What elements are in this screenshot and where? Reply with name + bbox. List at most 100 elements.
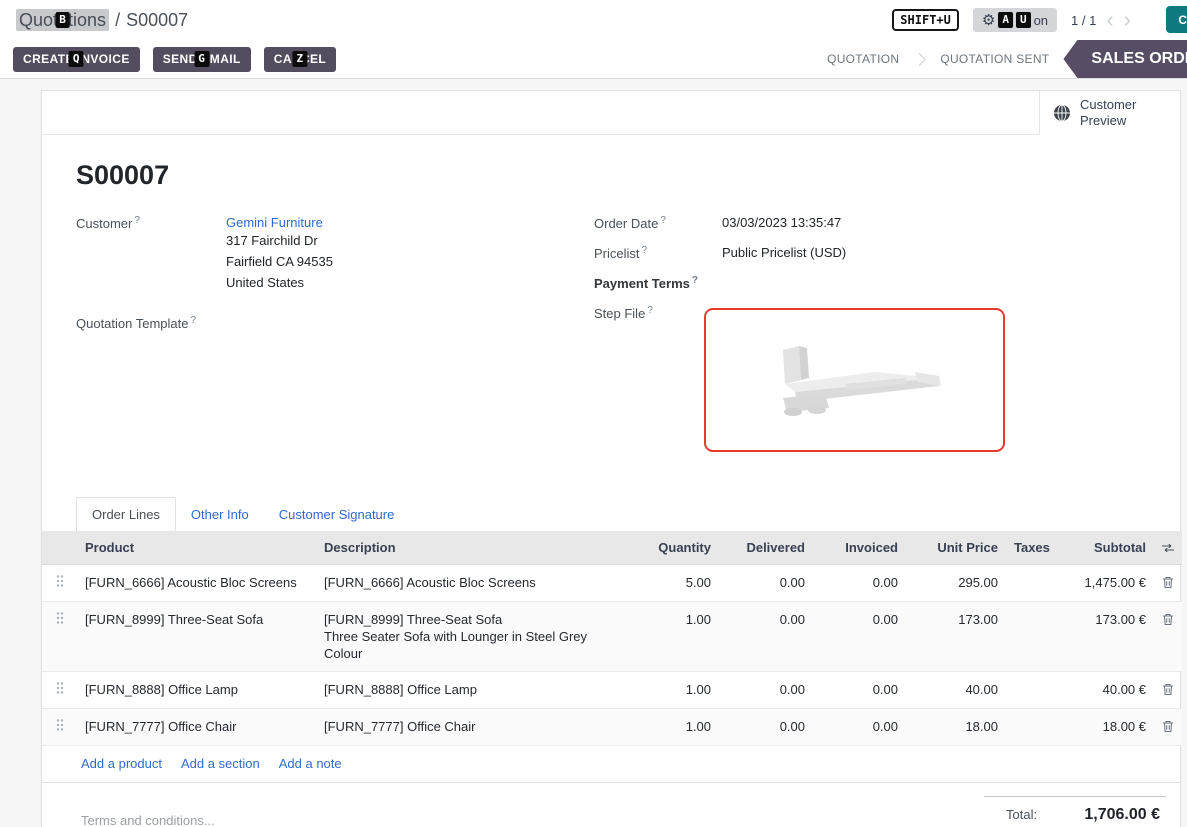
customer-value: Gemini Furniture 317 Fairchild Dr Fairfi… bbox=[226, 215, 333, 293]
customer-label: Customer? bbox=[76, 215, 226, 293]
corner-button[interactable]: Ci bbox=[1166, 6, 1187, 33]
row-drag-cell[interactable] bbox=[42, 672, 77, 709]
sheet-footer: Terms and conditions... Total: 1,706.00 … bbox=[42, 783, 1180, 827]
add-a-note-link[interactable]: Add a note bbox=[279, 756, 342, 771]
cell-subtotal: 40.00 € bbox=[1049, 672, 1154, 709]
cell-unit-price[interactable]: 40.00 bbox=[906, 672, 1006, 709]
cell-delivered[interactable]: 0.00 bbox=[719, 602, 813, 672]
column-header-quantity[interactable]: Quantity bbox=[623, 531, 719, 565]
row-drag-cell[interactable] bbox=[42, 565, 77, 602]
stage-sales-order[interactable]: SALES ORDER bbox=[1063, 40, 1187, 78]
order-date-label-text: Order Date bbox=[594, 216, 658, 231]
stage-quotation[interactable]: QUOTATION bbox=[813, 40, 913, 78]
pager-next-icon[interactable]: › bbox=[1124, 10, 1131, 30]
cell-subtotal: 18.00 € bbox=[1049, 709, 1154, 746]
hotkey-overlay-send-email: G bbox=[194, 51, 209, 67]
customer-link[interactable]: Gemini Furniture bbox=[226, 215, 323, 230]
order-lines-table: Product Description Quantity Delivered I… bbox=[42, 531, 1182, 745]
column-header-taxes[interactable]: Taxes bbox=[1006, 531, 1049, 565]
drag-handle-icon[interactable] bbox=[56, 611, 64, 625]
cell-quantity[interactable]: 1.00 bbox=[623, 672, 719, 709]
column-header-description[interactable]: Description bbox=[316, 531, 623, 565]
cancel-button[interactable]: CANCEL Z bbox=[264, 47, 336, 72]
tab-other-info[interactable]: Other Info bbox=[176, 498, 264, 531]
step-file-label: Step File? bbox=[594, 305, 722, 452]
column-header-product[interactable]: Product bbox=[77, 531, 316, 565]
add-a-section-link[interactable]: Add a section bbox=[181, 756, 260, 771]
notebook-tabs: Order Lines Other Info Customer Signatur… bbox=[76, 497, 1180, 531]
column-header-invoiced[interactable]: Invoiced bbox=[813, 531, 906, 565]
page-title: S00007 bbox=[76, 160, 1180, 191]
add-a-product-link[interactable]: Add a product bbox=[81, 756, 162, 771]
cell-quantity[interactable]: 1.00 bbox=[623, 602, 719, 672]
cell-delivered[interactable]: 0.00 bbox=[719, 565, 813, 602]
cell-product[interactable]: [FURN_8999] Three-Seat Sofa bbox=[77, 602, 316, 672]
order-date-value[interactable]: 03/03/2023 13:35:47 bbox=[722, 215, 841, 231]
row-delete-cell[interactable] bbox=[1154, 709, 1182, 746]
cell-product[interactable]: [FURN_6666] Acoustic Bloc Screens bbox=[77, 565, 316, 602]
cell-unit-price[interactable]: 295.00 bbox=[906, 565, 1006, 602]
cell-product[interactable]: [FURN_8888] Office Lamp bbox=[77, 672, 316, 709]
hotkey-overlay-breadcrumb: B bbox=[55, 12, 70, 28]
create-invoice-button[interactable]: CREATE INVOICE Q bbox=[13, 47, 140, 72]
cell-invoiced[interactable]: 0.00 bbox=[813, 672, 906, 709]
cell-description[interactable]: [FURN_8888] Office Lamp bbox=[316, 672, 623, 709]
cell-invoiced[interactable]: 0.00 bbox=[813, 565, 906, 602]
content-area: Customer Preview S00007 Customer? Gemini… bbox=[0, 79, 1187, 827]
cell-invoiced[interactable]: 0.00 bbox=[813, 709, 906, 746]
cell-product[interactable]: [FURN_7777] Office Chair bbox=[77, 709, 316, 746]
cell-description[interactable]: [FURN_7777] Office Chair bbox=[316, 709, 623, 746]
cell-quantity[interactable]: 5.00 bbox=[623, 565, 719, 602]
cell-quantity[interactable]: 1.00 bbox=[623, 709, 719, 746]
order-line-row: [FURN_8888] Office Lamp [FURN_8888] Offi… bbox=[42, 672, 1182, 709]
hotkey-overlay-create-invoice: Q bbox=[69, 51, 84, 67]
cell-unit-price[interactable]: 173.00 bbox=[906, 602, 1006, 672]
row-delete-cell[interactable] bbox=[1154, 565, 1182, 602]
terms-and-conditions-field[interactable]: Terms and conditions... bbox=[81, 813, 215, 827]
cell-taxes[interactable] bbox=[1006, 672, 1049, 709]
column-header-unit-price[interactable]: Unit Price bbox=[906, 531, 1006, 565]
row-drag-cell[interactable] bbox=[42, 709, 77, 746]
field-quotation-template: Quotation Template? bbox=[76, 315, 594, 331]
cell-delivered[interactable]: 0.00 bbox=[719, 709, 813, 746]
trash-icon[interactable] bbox=[1162, 683, 1174, 696]
trash-icon[interactable] bbox=[1162, 576, 1174, 589]
step-file-3d-render bbox=[755, 332, 955, 428]
column-header-delivered[interactable]: Delivered bbox=[719, 531, 813, 565]
row-delete-cell[interactable] bbox=[1154, 672, 1182, 709]
pricelist-value[interactable]: Public Pricelist (USD) bbox=[722, 245, 846, 261]
optional-columns-toggle[interactable] bbox=[1154, 531, 1182, 565]
column-header-subtotal[interactable]: Subtotal bbox=[1049, 531, 1154, 565]
drag-handle-icon[interactable] bbox=[56, 681, 64, 695]
trash-icon[interactable] bbox=[1162, 720, 1174, 733]
cell-taxes[interactable] bbox=[1006, 565, 1049, 602]
control-panel: CREATE INVOICE Q SEND EMAIL G CANCEL Z Q… bbox=[0, 40, 1187, 79]
topbar-right-cluster: SHIFT+U ⚙ A U on 1 / 1 ‹ › bbox=[892, 8, 1171, 32]
trash-icon[interactable] bbox=[1162, 613, 1174, 626]
help-icon: ? bbox=[191, 315, 197, 326]
stage-quotation-sent[interactable]: QUOTATION SENT bbox=[926, 40, 1063, 78]
cell-invoiced[interactable]: 0.00 bbox=[813, 602, 906, 672]
sale-order-form-view: Quotations B / S00007 SHIFT+U ⚙ A U on 1… bbox=[0, 0, 1187, 827]
action-menu-button[interactable]: ⚙ A U on bbox=[973, 8, 1057, 32]
row-delete-cell[interactable] bbox=[1154, 602, 1182, 672]
step-file-image[interactable] bbox=[704, 308, 1005, 452]
customer-preview-button[interactable]: Customer Preview bbox=[1039, 91, 1180, 135]
send-email-button[interactable]: SEND EMAIL G bbox=[153, 47, 251, 72]
drag-handle-icon[interactable] bbox=[56, 574, 64, 588]
cell-unit-price[interactable]: 18.00 bbox=[906, 709, 1006, 746]
pager-prev-icon[interactable]: ‹ bbox=[1106, 10, 1113, 30]
cell-taxes[interactable] bbox=[1006, 602, 1049, 672]
tab-customer-signature[interactable]: Customer Signature bbox=[264, 498, 410, 531]
customer-label-text: Customer bbox=[76, 216, 132, 231]
drag-handle-icon[interactable] bbox=[56, 718, 64, 732]
tab-order-lines[interactable]: Order Lines bbox=[76, 497, 176, 531]
row-drag-cell[interactable] bbox=[42, 602, 77, 672]
quotation-template-label-text: Quotation Template bbox=[76, 316, 189, 331]
cell-delivered[interactable]: 0.00 bbox=[719, 672, 813, 709]
cell-description[interactable]: [FURN_8999] Three-Seat Sofa Three Seater… bbox=[316, 602, 623, 672]
cell-description[interactable]: [FURN_6666] Acoustic Bloc Screens bbox=[316, 565, 623, 602]
cell-taxes[interactable] bbox=[1006, 709, 1049, 746]
totals-block: Total: 1,706.00 € bbox=[984, 796, 1166, 827]
payment-terms-label: Payment Terms? bbox=[594, 275, 722, 291]
